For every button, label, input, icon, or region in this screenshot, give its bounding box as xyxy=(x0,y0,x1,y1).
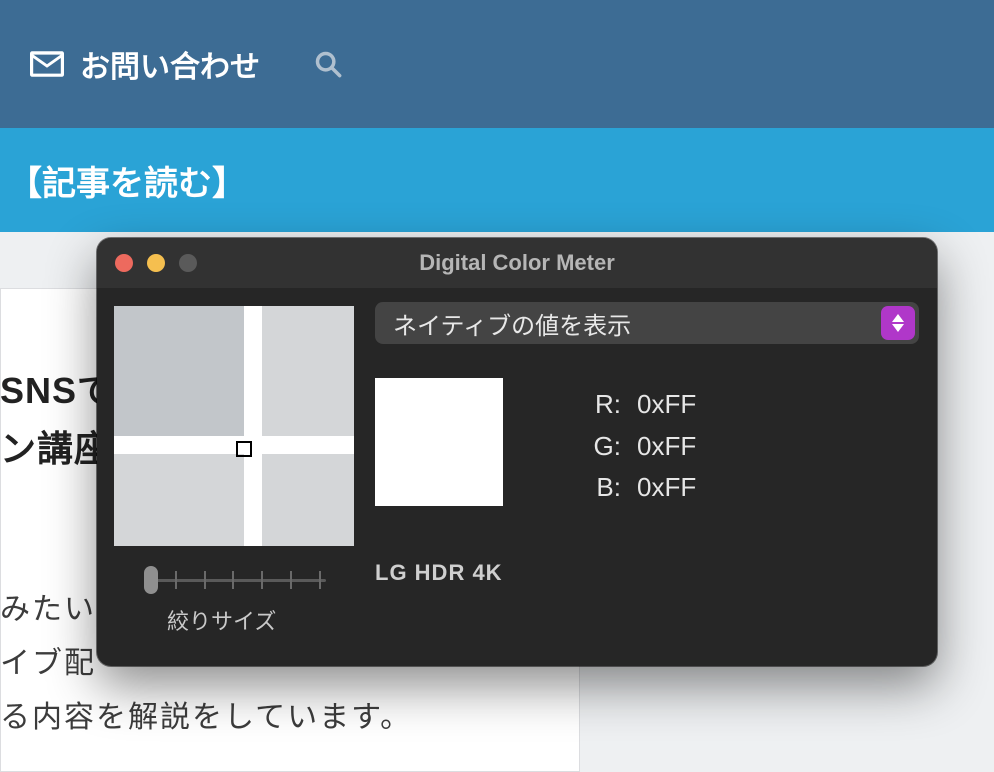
window-body: 絞りサイズ ネイティブの値を表示 R: 0xFF G: 0xFF B: 0xFF xyxy=(97,288,937,666)
dropdown-stepper-icon xyxy=(881,306,915,340)
search-icon[interactable] xyxy=(314,50,342,78)
body-text-fragment: みたい xyxy=(0,584,96,628)
rgb-row-r: R: 0xFF xyxy=(527,384,696,426)
window-minimize-button[interactable] xyxy=(147,254,165,272)
window-zoom-button[interactable] xyxy=(179,254,197,272)
slider-line xyxy=(146,579,326,582)
rgb-readout: R: 0xFF G: 0xFF B: 0xFF xyxy=(527,384,696,509)
aperture-size-label: 絞りサイズ xyxy=(167,604,276,636)
rgb-row-b: B: 0xFF xyxy=(527,467,696,509)
body-text-fragment: イブ配 xyxy=(0,638,96,682)
color-swatch xyxy=(375,378,503,506)
aperture-size-slider[interactable] xyxy=(146,568,326,592)
envelope-icon xyxy=(30,50,64,78)
slider-knob[interactable] xyxy=(144,566,158,594)
window-titlebar[interactable]: Digital Color Meter xyxy=(97,238,937,288)
site-top-nav: お問い合わせ xyxy=(0,0,994,128)
banner-label: 【記事を読む】 xyxy=(8,156,246,205)
magnifier-sample-region xyxy=(114,436,354,454)
magnifier-sample-region xyxy=(114,306,244,436)
body-text-fragment: る内容を解説をしています。 xyxy=(0,692,412,736)
r-value: 0xFF xyxy=(637,384,696,426)
window-close-button[interactable] xyxy=(115,254,133,272)
slider-tick xyxy=(319,571,321,589)
display-name-label: LG HDR 4K xyxy=(375,560,503,586)
article-banner[interactable]: 【記事を読む】 xyxy=(0,128,994,232)
slider-tick xyxy=(261,571,263,589)
aperture-outline xyxy=(236,441,252,457)
pixel-magnifier xyxy=(114,306,354,546)
window-title: Digital Color Meter xyxy=(97,250,937,276)
r-label: R: xyxy=(527,384,637,426)
color-space-dropdown[interactable]: ネイティブの値を表示 xyxy=(375,302,919,344)
slider-tick xyxy=(204,571,206,589)
b-value: 0xFF xyxy=(637,467,696,509)
slider-tick xyxy=(232,571,234,589)
g-label: G: xyxy=(527,426,637,468)
heading-fragment: ン講座 xyxy=(0,420,111,472)
rgb-row-g: G: 0xFF xyxy=(527,426,696,468)
b-label: B: xyxy=(527,467,637,509)
window-traffic-lights xyxy=(97,254,197,272)
slider-tick xyxy=(175,571,177,589)
digital-color-meter-window: Digital Color Meter 絞りサイズ ネイティブの xyxy=(97,238,937,666)
slider-track xyxy=(146,568,326,592)
slider-tick xyxy=(290,571,292,589)
contact-link[interactable]: お問い合わせ xyxy=(30,42,260,86)
g-value: 0xFF xyxy=(637,426,696,468)
contact-label: お問い合わせ xyxy=(80,42,260,86)
magnifier-sample-region xyxy=(244,306,262,546)
dropdown-selected-label: ネイティブの値を表示 xyxy=(393,306,631,341)
